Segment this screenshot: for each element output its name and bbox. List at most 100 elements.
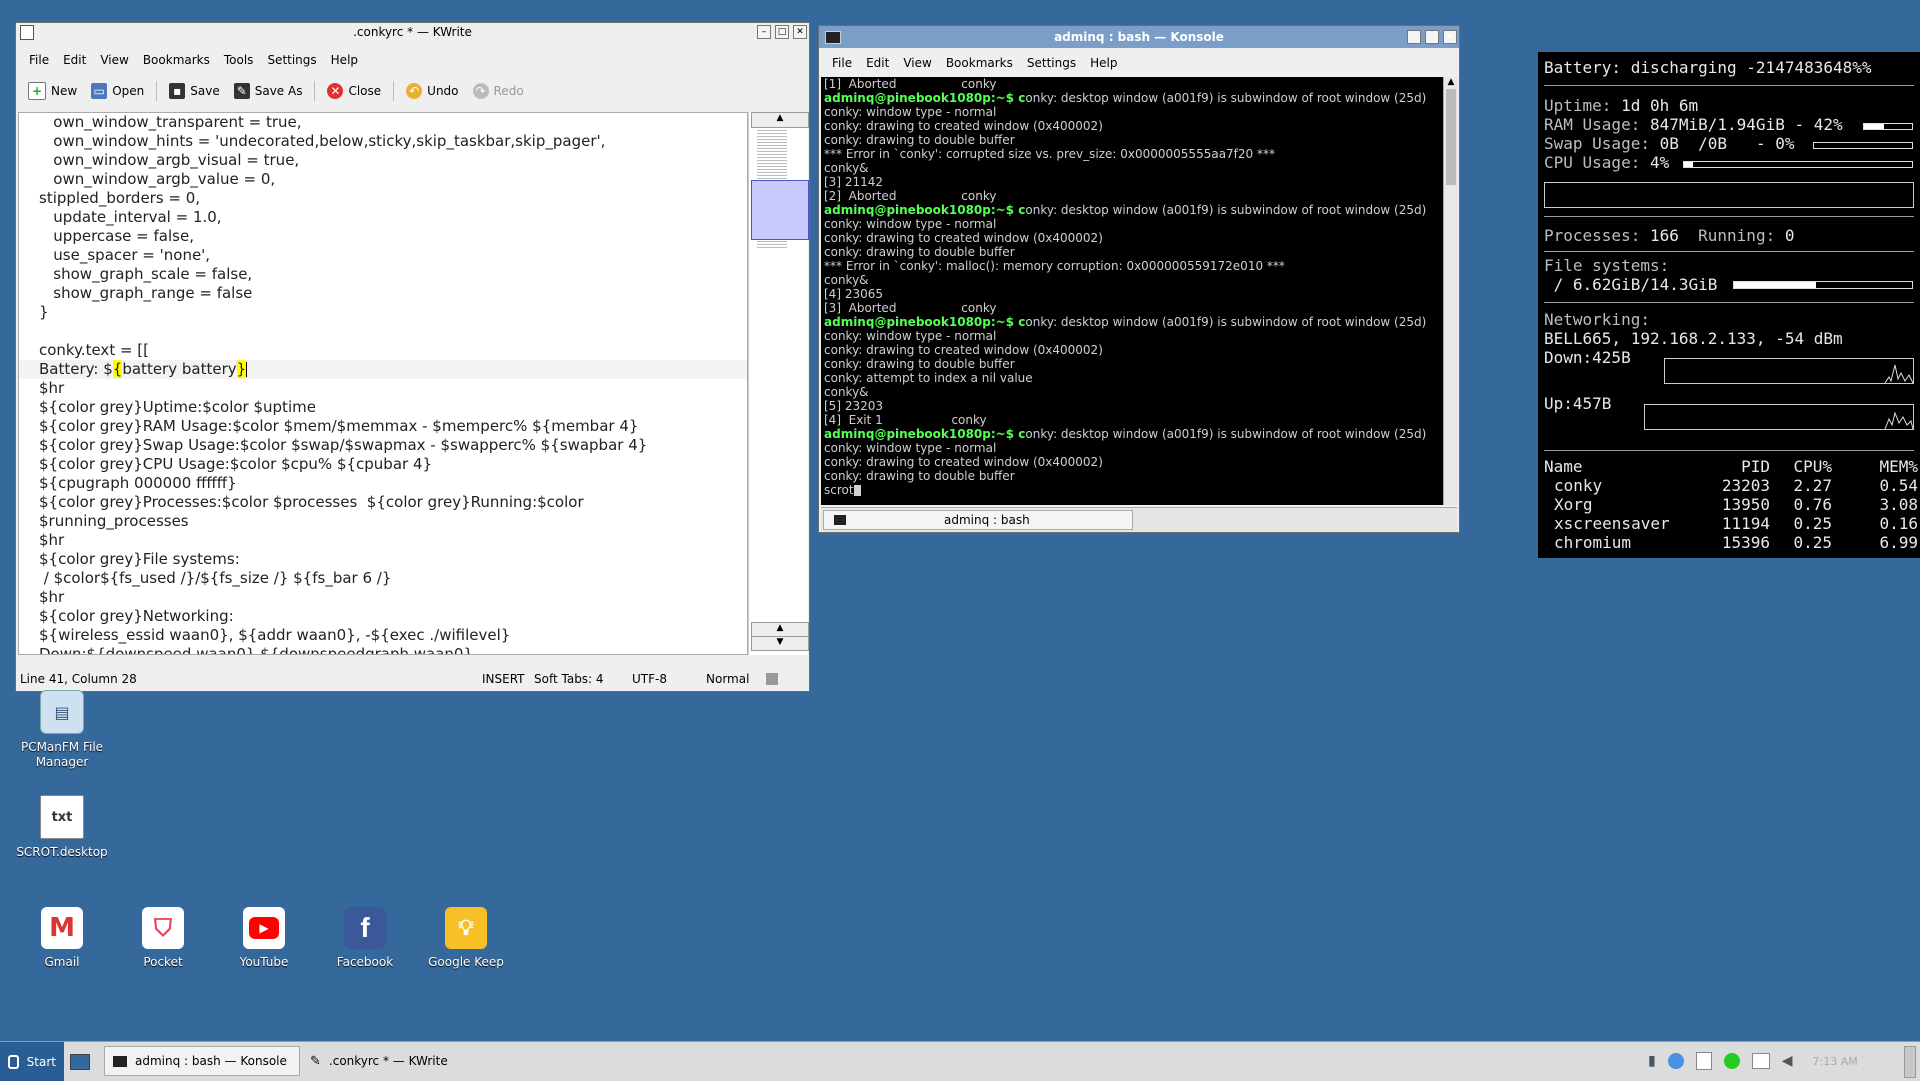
undo-button[interactable]: ↶ Undo: [400, 80, 464, 102]
terminal-line: conky: drawing to created window (0x4000…: [821, 119, 1443, 133]
editor-line[interactable]: $hr: [19, 379, 747, 398]
terminal-output[interactable]: [1] Aborted conky adminq@pinebook1080p:~$…: [821, 77, 1443, 505]
editor-line[interactable]: / $color${fs_used /}/${fs_size /} ${fs_b…: [19, 569, 747, 588]
editor-line[interactable]: $running_processes: [19, 512, 747, 531]
clock[interactable]: 7:13 AM: [1813, 1055, 1858, 1068]
desktop-app-facebook[interactable]: f Facebook: [315, 907, 415, 970]
close-doc-button[interactable]: ✕ Close: [321, 80, 387, 102]
terminal-text: conky&: [824, 161, 869, 175]
konsole-tab[interactable]: adminq : bash: [823, 510, 1133, 530]
kwrite-menu-item[interactable]: Settings: [260, 53, 323, 67]
konsole-window[interactable]: adminq : bash — Konsole – □ ✕ File Edit Vi…: [818, 25, 1460, 533]
editor-line[interactable]: Down:${downspeed waan0} ${downspeedgraph…: [19, 645, 747, 654]
pocket-icon: ⛉: [142, 907, 184, 949]
save-icon: ▪: [169, 83, 186, 99]
konsole-menu-item[interactable]: Help: [1083, 56, 1124, 70]
kwrite-titlebar[interactable]: .conkyrc * — KWrite – □ ✕: [16, 23, 809, 41]
downspeed-sparkline: [1884, 364, 1914, 384]
scroll-down-button[interactable]: ▼: [751, 636, 809, 651]
scroll-up-button-2[interactable]: ▲: [751, 622, 809, 637]
scroll-up-button[interactable]: ▲: [751, 112, 809, 128]
desktop-app-gmail[interactable]: M Gmail: [12, 907, 112, 970]
editor-line[interactable]: ${cpugraph 000000 ffffff}: [19, 474, 747, 493]
tabs-setting[interactable]: Soft Tabs: 4: [534, 672, 632, 686]
show-desktop-icon[interactable]: [70, 1054, 90, 1070]
editor-line[interactable]: own_window_argb_visual = true,: [19, 151, 747, 170]
editor-line[interactable]: [19, 322, 747, 341]
konsole-menu-item[interactable]: Bookmarks: [939, 56, 1020, 70]
minimap[interactable]: ▲ ▲ ▼: [748, 112, 809, 655]
browser-icon[interactable]: [1667, 1053, 1684, 1069]
konsole-titlebar[interactable]: adminq : bash — Konsole – □ ✕: [819, 26, 1459, 48]
kwrite-menu-item[interactable]: View: [93, 53, 135, 67]
network-signal-icon[interactable]: ▮: [1648, 1053, 1656, 1069]
update-icon[interactable]: [1723, 1053, 1740, 1069]
editor-line[interactable]: stippled_borders = 0,: [19, 189, 747, 208]
editor-line[interactable]: $hr: [19, 531, 747, 550]
editor-line[interactable]: use_spacer = 'none',: [19, 246, 747, 265]
clipboard-icon[interactable]: [1695, 1052, 1712, 1070]
editor-line[interactable]: ${color grey}Processes:$color $processes…: [19, 493, 747, 512]
desktop-app-pocket[interactable]: ⛉ Pocket: [113, 907, 213, 970]
terminal-text: conky: drawing to double buffer: [824, 133, 1015, 147]
konsole-menu-item[interactable]: View: [896, 56, 938, 70]
task-konsole[interactable]: adminq : bash — Konsole: [104, 1046, 300, 1076]
editor-line[interactable]: ${color grey}Swap Usage:$color $swap/$sw…: [19, 436, 747, 455]
editor-line[interactable]: ${color grey}CPU Usage:$color $cpu% ${cp…: [19, 455, 747, 474]
kwrite-menu-item[interactable]: File: [22, 53, 56, 67]
minimap-viewport[interactable]: [751, 180, 809, 240]
encoding-setting[interactable]: UTF-8: [632, 672, 706, 686]
editor-line[interactable]: ${color grey}RAM Usage:$color $mem/$memm…: [19, 417, 747, 436]
highlight-mode[interactable]: Normal: [706, 672, 766, 686]
editor-line[interactable]: own_window_transparent = true,: [19, 113, 747, 132]
terminal-scrollbar[interactable]: ▲: [1443, 77, 1458, 505]
editor-line[interactable]: $hr: [19, 588, 747, 607]
start-button[interactable]: Start: [0, 1042, 64, 1081]
kwrite-menu-item[interactable]: Edit: [56, 53, 93, 67]
panel-handle[interactable]: [1904, 1046, 1916, 1078]
editor-line[interactable]: uppercase = false,: [19, 227, 747, 246]
desktop-icon-scrot[interactable]: txt SCROT.desktop: [12, 795, 112, 860]
close-window-button[interactable]: ✕: [1443, 30, 1457, 44]
scroll-up-arrow[interactable]: ▲: [1444, 77, 1458, 89]
open-button[interactable]: ▭ Open: [85, 80, 150, 102]
maximize-button[interactable]: □: [1425, 30, 1439, 44]
editor-line[interactable]: ${color grey}File systems:: [19, 550, 747, 569]
redo-button[interactable]: ↷ Redo: [467, 80, 530, 102]
minimize-button[interactable]: –: [757, 25, 771, 39]
kwrite-window[interactable]: .conkyrc * — KWrite – □ ✕ File Edit View Bo…: [15, 22, 810, 692]
desktop-app-youtube[interactable]: ▶ YouTube: [214, 907, 314, 970]
editor-line[interactable]: show_graph_range = false: [19, 284, 747, 303]
konsole-menu-item[interactable]: Settings: [1020, 56, 1083, 70]
minimize-button[interactable]: –: [1407, 30, 1421, 44]
editor-line[interactable]: conky.text = [[: [19, 341, 747, 360]
terminal-line: conky&: [821, 161, 1443, 175]
konsole-menu-item[interactable]: File: [825, 56, 859, 70]
editor-line[interactable]: ${wireless_essid waan0}, ${addr waan0}, …: [19, 626, 747, 645]
save-button[interactable]: ▪ Save: [163, 80, 225, 102]
new-button[interactable]: + New: [22, 79, 83, 103]
editor-line[interactable]: own_window_argb_value = 0,: [19, 170, 747, 189]
text-editor-area[interactable]: own_window_transparent = true, own_windo…: [18, 112, 748, 655]
editor-line[interactable]: show_graph_scale = false,: [19, 265, 747, 284]
notes-icon[interactable]: [1751, 1053, 1770, 1069]
desktop-app-google-keep[interactable]: 💡︎ Google Keep: [416, 907, 516, 970]
task-kwrite[interactable]: ✎ .conkyrc * — KWrite: [302, 1046, 502, 1076]
save-as-button[interactable]: ✎ Save As: [228, 80, 309, 102]
kwrite-menu-item[interactable]: Bookmarks: [136, 53, 217, 67]
kwrite-menu-item[interactable]: Tools: [217, 53, 261, 67]
editor-line[interactable]: ${color grey}Uptime:$color $uptime: [19, 398, 747, 417]
desktop-icon-file-manager[interactable]: ▤ PCManFM File Manager: [12, 690, 112, 770]
maximize-button[interactable]: □: [775, 25, 789, 39]
editor-line[interactable]: }: [19, 303, 747, 322]
konsole-menu-item[interactable]: Edit: [859, 56, 896, 70]
insert-mode[interactable]: INSERT: [482, 672, 534, 686]
scrollbar-thumb[interactable]: [1446, 89, 1456, 185]
close-window-button[interactable]: ✕: [793, 25, 807, 39]
editor-line[interactable]: own_window_hints = 'undecorated,below,st…: [19, 132, 747, 151]
volume-icon[interactable]: ◀︎: [1782, 1053, 1793, 1069]
kwrite-menu-item[interactable]: Help: [324, 53, 365, 67]
editor-line[interactable]: ${color grey}Networking:: [19, 607, 747, 626]
editor-line[interactable]: Battery: ${battery battery}: [19, 360, 747, 379]
editor-line[interactable]: update_interval = 1.0,: [19, 208, 747, 227]
